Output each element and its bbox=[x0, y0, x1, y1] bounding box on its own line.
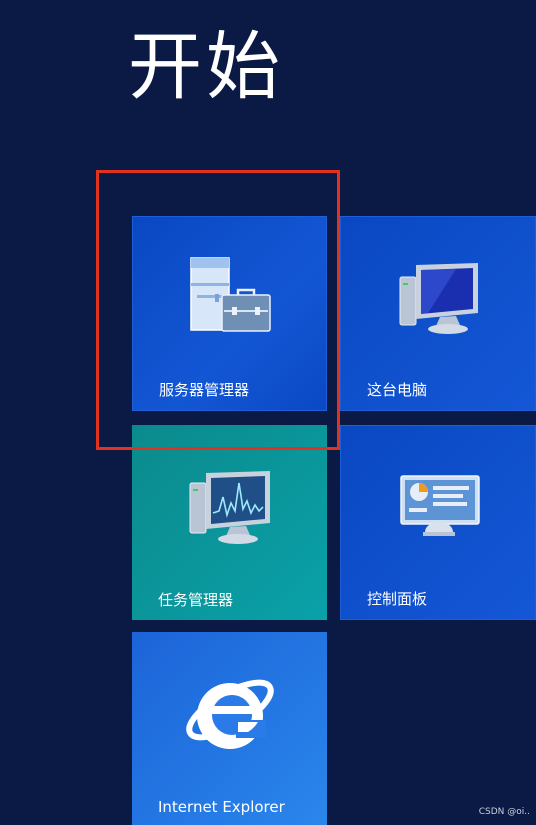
start-screen: 开始 服务器管理器 这台电脑 任务管理器 控制面板 Internet Explo… bbox=[0, 0, 536, 825]
tile-this-pc[interactable]: 这台电脑 bbox=[340, 216, 536, 411]
tile-internet-explorer[interactable]: Internet Explorer bbox=[132, 632, 327, 825]
watermark: CSDN @oi.. bbox=[478, 807, 530, 817]
internet-explorer-icon bbox=[186, 679, 274, 749]
tile-label: 控制面板 bbox=[367, 590, 428, 608]
tile-control-panel[interactable]: 控制面板 bbox=[340, 425, 536, 620]
tile-label: 服务器管理器 bbox=[159, 381, 250, 399]
task-manager-icon bbox=[189, 471, 270, 544]
tile-task-manager[interactable]: 任务管理器 bbox=[132, 425, 327, 620]
start-title: 开始 bbox=[128, 24, 284, 110]
tile-label: 任务管理器 bbox=[158, 591, 234, 609]
control-panel-icon bbox=[400, 475, 480, 536]
computer-icon bbox=[399, 263, 478, 334]
tile-label: 这台电脑 bbox=[367, 381, 428, 399]
tile-label: Internet Explorer bbox=[158, 798, 285, 816]
server-manager-icon bbox=[190, 257, 271, 332]
tile-server-manager[interactable]: 服务器管理器 bbox=[132, 216, 327, 411]
